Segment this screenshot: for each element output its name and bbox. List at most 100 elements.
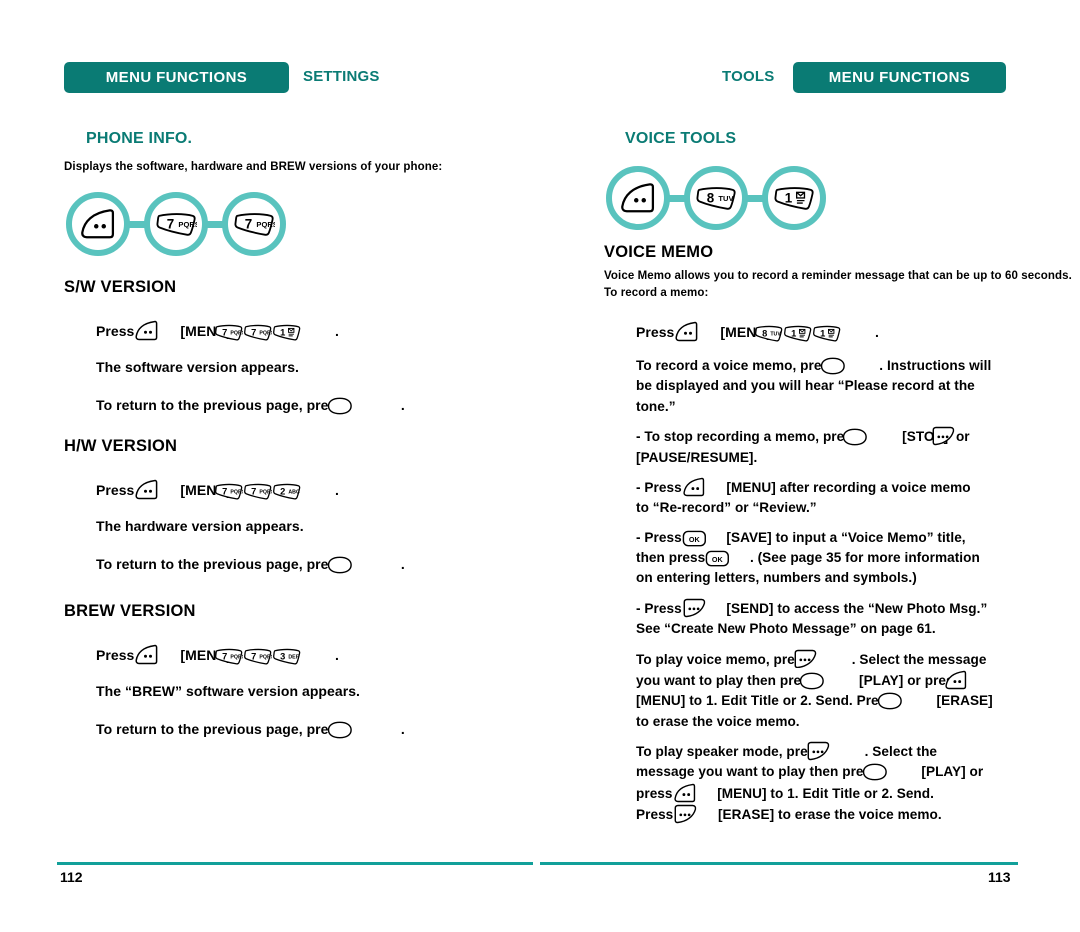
paragraph-line: then press OK . (See page 35 for more in…: [636, 548, 1074, 568]
svg-text:7: 7: [251, 651, 256, 661]
instruction-text: To return to the previous page, press: [96, 397, 345, 413]
paragraph-text: . (See page 35 for more information: [749, 550, 980, 565]
instruction-line: The software version appears.: [96, 358, 299, 378]
paragraph-line: Press [ERASE] to erase the voice memo.: [636, 804, 1074, 825]
press-instruction-line: Press [MENU] 7 PQRS 7 PQRS 3 DEF .: [96, 644, 339, 666]
paragraph-text: [ERASE]: [936, 693, 993, 709]
voice-memo-intro: Voice Memo allows you to record a remind…: [604, 270, 1072, 299]
paragraph-text: be displayed and you will hear “Please r…: [636, 378, 975, 394]
paragraph-line: - Press OK [SAVE] to input a “Voice Memo…: [636, 528, 1074, 548]
paragraph-line: to “Re-record” or “Review.”: [636, 498, 1074, 518]
clear-key-icon: [842, 428, 868, 446]
instruction-line: To return to the previous page, press .: [96, 396, 405, 416]
svg-text:2: 2: [280, 486, 285, 496]
paragraph-line: [MENU] to 1. Edit Title or 2. Send. Pres…: [636, 691, 1074, 711]
instruction-terminator: .: [400, 721, 405, 737]
paragraph-line: be displayed and you will hear “Please r…: [636, 376, 1074, 396]
number-key-7-icon: 7 PQRS: [155, 212, 197, 236]
instruction-text: To return to the previous page, press: [96, 721, 345, 737]
paragraph-text: then press: [636, 550, 706, 565]
paragraph-text: . Instructions will: [879, 358, 992, 373]
stop-recording-bullet: - To stop recording a memo, press [STOP]…: [636, 426, 1074, 468]
menu-key-icon: [79, 208, 118, 240]
svg-text:7: 7: [222, 651, 227, 661]
paragraph-line: - To stop recording a memo, press [STOP]…: [636, 426, 1074, 447]
paragraph-text: [SEND] to access the “New Photo Msg.”: [726, 600, 988, 616]
press-text: Press: [636, 324, 675, 340]
paragraph-line: To play voice memo, press . Select the m…: [636, 649, 1074, 670]
press-text: Press: [96, 323, 135, 339]
menu-key-icon: [674, 321, 700, 342]
paragraph-text: [ERASE] to erase the voice memo.: [717, 806, 942, 822]
number-key-2-icon: 2 ABC: [272, 483, 301, 500]
svg-text:PQRS: PQRS: [231, 331, 244, 337]
number-key-1-icon: 1: [773, 186, 814, 210]
svg-text:7: 7: [167, 216, 174, 231]
paragraph-text: To play speaker mode, press: [636, 743, 823, 759]
paragraph-text: [MENU] to 1. Edit Title or 2. Send.: [717, 785, 934, 801]
number-key-7-icon: 7 PQRS: [214, 483, 243, 500]
instruction-text: The hardware version appears.: [96, 518, 304, 534]
key-sequence-phone-info: 7 PQRS 7 PQRS: [66, 192, 286, 256]
send-key-icon: [793, 649, 818, 669]
svg-text:7: 7: [251, 486, 256, 496]
paragraph-text: or: [955, 429, 970, 445]
record-paragraph: To record a voice memo, press . Instruct…: [636, 356, 1074, 417]
running-head-band-right: MENU FUNCTIONS: [793, 62, 1006, 93]
press-terminator: .: [874, 324, 879, 340]
key-sequence-step: [66, 192, 130, 256]
number-key-8-icon: 8 TUV: [754, 325, 783, 342]
press-terminator: .: [334, 482, 339, 498]
number-key-1-icon: 1: [783, 325, 812, 342]
instruction-line: To return to the previous page, press .: [96, 720, 405, 740]
paragraph-line: [PAUSE/RESUME].: [636, 448, 1074, 468]
speaker-mode-paragraph: To play speaker mode, press . Select the…: [636, 741, 1074, 825]
running-head-band-left: MENU FUNCTIONS: [64, 62, 289, 93]
play-voice-memo-paragraph: To play voice memo, press . Select the m…: [636, 649, 1074, 732]
left-page: MENU FUNCTIONS SETTINGS PHONE INFO. Disp…: [0, 0, 540, 932]
svg-text:1: 1: [791, 328, 796, 338]
send-key-icon: [806, 741, 831, 761]
running-head-sub-right: TOOLS: [722, 68, 775, 85]
key-chain-link: [129, 220, 145, 228]
svg-text:TUV: TUV: [771, 332, 782, 338]
menu-key-icon: [682, 477, 707, 497]
right-page: MENU FUNCTIONS TOOLS VOICE TOOLS 8 TUV 1…: [540, 0, 1080, 932]
clear-key-icon: [327, 397, 353, 415]
footer-rule-right: [540, 862, 1018, 865]
instruction-text: To return to the previous page, press: [96, 556, 345, 572]
instruction-line: The “BREW” software version appears.: [96, 682, 360, 702]
press-text: Press: [96, 482, 135, 498]
instruction-terminator: .: [400, 397, 405, 413]
number-key-1-icon: 1: [272, 324, 301, 341]
paragraph-text: on entering letters, numbers and symbols…: [636, 570, 917, 586]
paragraph-text: See “Create New Photo Message” on page 6…: [636, 621, 936, 637]
block-heading: H/W VERSION: [64, 437, 178, 455]
menu-key-icon: [619, 182, 658, 214]
key-sequence-voice-tools: 8 TUV 1: [606, 166, 826, 230]
number-key-7-icon: 7 PQRS: [243, 483, 272, 500]
instruction-text: The software version appears.: [96, 359, 299, 375]
paragraph-text: To record a voice memo, press: [636, 358, 837, 373]
running-head-sub-left: SETTINGS: [303, 68, 380, 85]
paragraph-text: Press: [636, 806, 674, 822]
block-heading: S/W VERSION: [64, 278, 177, 296]
svg-text:OK: OK: [712, 555, 724, 564]
svg-text:7: 7: [251, 327, 256, 337]
paragraph-text: [MENU] after recording a voice memo: [726, 479, 971, 495]
svg-text:PQRS: PQRS: [231, 490, 244, 496]
clear-key-icon: [820, 357, 846, 375]
key-sequence-step: [606, 166, 670, 230]
paragraph-text: message you want to play then press: [636, 764, 879, 780]
svg-text:1: 1: [820, 328, 825, 338]
paragraph-line: message you want to play then press [PLA…: [636, 762, 1074, 782]
key-chain-link: [207, 220, 223, 228]
paragraph-text: you want to play then press: [636, 672, 817, 688]
paragraph-text: tone.”: [636, 398, 676, 414]
send-key-icon: [931, 426, 956, 446]
svg-text:8: 8: [707, 190, 715, 205]
ok-key-icon: OK: [705, 550, 730, 567]
subhead-voice-memo: VOICE MEMO: [604, 243, 714, 261]
instruction-line: The hardware version appears.: [96, 517, 304, 537]
clear-key-icon: [799, 672, 825, 690]
